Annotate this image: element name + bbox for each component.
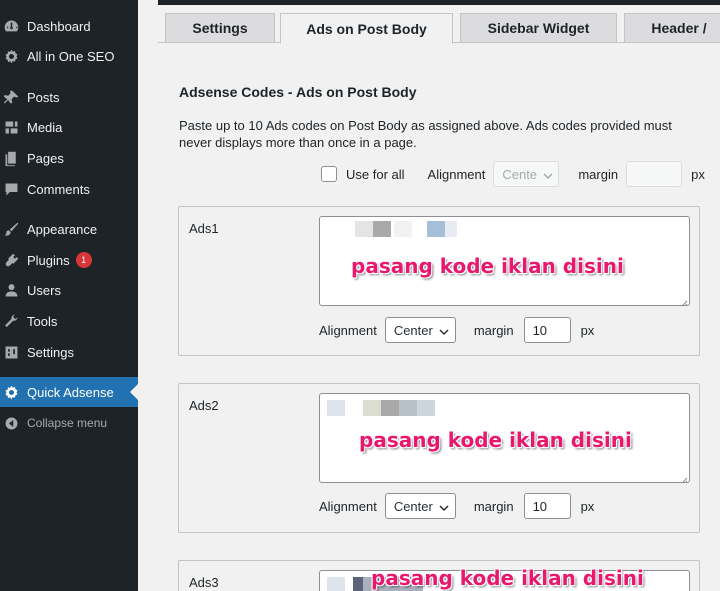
use-for-all-label: Use for all [346,166,405,182]
margin-label: margin [473,498,514,514]
alignment-label: Alignment [427,166,486,182]
sidebar-item-label: Posts [27,89,60,105]
margin-label: margin [473,322,514,338]
sidebar-item-quick-adsense[interactable]: Quick Adsense [0,377,138,407]
admin-sidebar: Dashboard All in One SEO Posts Media Pag… [0,0,138,591]
ads2-label: Ads2 [189,398,219,413]
select-value: Center [393,498,433,514]
select-value: Cente [502,166,538,182]
dashboard-icon [2,17,20,35]
tab-sidebar-widget[interactable]: Sidebar Widget [460,13,617,43]
resize-grip-icon[interactable] [680,473,688,482]
blurred-code [399,400,417,416]
ads2-options-row: Alignment Center margin 10 px [319,493,594,519]
sidebar-item-label: All in One SEO [27,48,115,64]
sidebar-item-plugins[interactable]: Plugins 1 [0,245,138,275]
px-unit: px [691,166,705,182]
resize-grip-icon[interactable] [680,296,688,305]
tab-settings[interactable]: Settings [165,13,275,43]
blurred-code [381,400,399,416]
gear-icon [2,383,20,401]
sidebar-item-label: Appearance [27,221,98,237]
sidebar-item-label: Plugins [27,252,70,268]
global-alignment-select[interactable]: Cente [493,161,560,187]
plugins-update-badge: 1 [75,252,92,268]
media-icon [2,118,20,136]
sidebar-item-label: Tools [27,313,58,329]
ads2-box: Ads2 Alignment Center margin 10 px [178,383,700,533]
ads2-margin-input[interactable]: 10 [523,493,571,519]
blurred-code [355,221,373,237]
sidebar-item-tools[interactable]: Tools [0,306,138,336]
global-options-row: Use for all Alignment Cente margin px [321,161,705,187]
tab-header[interactable]: Header / [624,13,720,43]
section-description: Paste up to 10 Ads codes on Post Body as… [179,117,720,151]
sidebar-item-posts[interactable]: Posts [0,82,138,112]
sidebar-item-seo[interactable]: All in One SEO [0,41,138,71]
paintbrush-icon [2,220,20,238]
ads1-label: Ads1 [189,221,219,236]
blurred-code [373,221,391,237]
sidebar-item-label: Quick Adsense [27,384,114,400]
collapse-icon [2,414,20,432]
px-unit: px [580,498,595,514]
blurred-code [327,577,345,591]
tab-ads-on-post-body[interactable]: Ads on Post Body [280,13,453,44]
global-margin-input[interactable] [626,161,683,187]
blurred-code [417,400,435,416]
blurred-code [353,577,363,591]
seo-gear-icon [2,47,20,65]
blurred-code [445,221,457,237]
blurred-code [327,400,345,416]
ads3-overlay-annotation: pasang kode iklan disini [371,566,644,590]
ads1-options-row: Alignment Center margin 10 px [319,317,594,343]
ads2-overlay-annotation: pasang kode iklan disini [359,428,632,452]
use-for-all-checkbox[interactable] [321,166,337,182]
description-line: never displays more than once in a page. [179,135,417,150]
ads1-margin-input[interactable]: 10 [523,317,571,343]
ads1-overlay-annotation: pasang kode iklan disini [351,254,624,278]
settings-icon [2,343,20,361]
ads2-alignment-select[interactable]: Center [384,493,456,519]
collapse-menu-button[interactable]: Collapse menu [0,408,138,438]
sidebar-item-dashboard[interactable]: Dashboard [0,11,138,41]
px-unit: px [580,322,595,338]
sidebar-item-media[interactable]: Media [0,112,138,142]
margin-label: margin [578,166,619,182]
section-title: Adsense Codes - Ads on Post Body [179,84,417,100]
chevron-down-icon [439,501,449,512]
pushpin-icon [2,88,20,106]
sidebar-item-users[interactable]: Users [0,275,138,305]
sidebar-item-settings[interactable]: Settings [0,337,138,367]
ads1-alignment-select[interactable]: Center [384,317,456,343]
sidebar-item-label: Users [27,282,61,298]
alignment-label: Alignment [319,322,377,338]
wrench-icon [2,312,20,330]
ads3-label: Ads3 [189,575,219,590]
ads1-box: Ads1 Alignment Center margin 10 px [178,206,700,356]
pages-icon [2,149,20,167]
sidebar-item-comments[interactable]: Comments [0,174,138,204]
comment-icon [2,180,20,198]
sidebar-item-label: Dashboard [27,18,91,34]
sidebar-item-label: Settings [27,344,74,360]
blurred-code [394,221,412,237]
alignment-label: Alignment [319,498,377,514]
blurred-code [363,400,381,416]
sidebar-item-label: Pages [27,150,64,166]
sidebar-item-pages[interactable]: Pages [0,143,138,173]
plugin-icon [2,251,20,269]
sidebar-item-label: Collapse menu [27,416,108,430]
blurred-code [427,221,445,237]
chevron-down-icon [439,325,449,336]
sidebar-item-label: Media [27,119,63,135]
user-icon [2,281,20,299]
description-line: Paste up to 10 Ads codes on Post Body as… [179,118,672,133]
top-header-strip [158,0,720,5]
chevron-down-icon [543,169,553,180]
sidebar-item-appearance[interactable]: Appearance [0,214,138,244]
select-value: Center [393,322,433,338]
sidebar-item-label: Comments [27,181,90,197]
